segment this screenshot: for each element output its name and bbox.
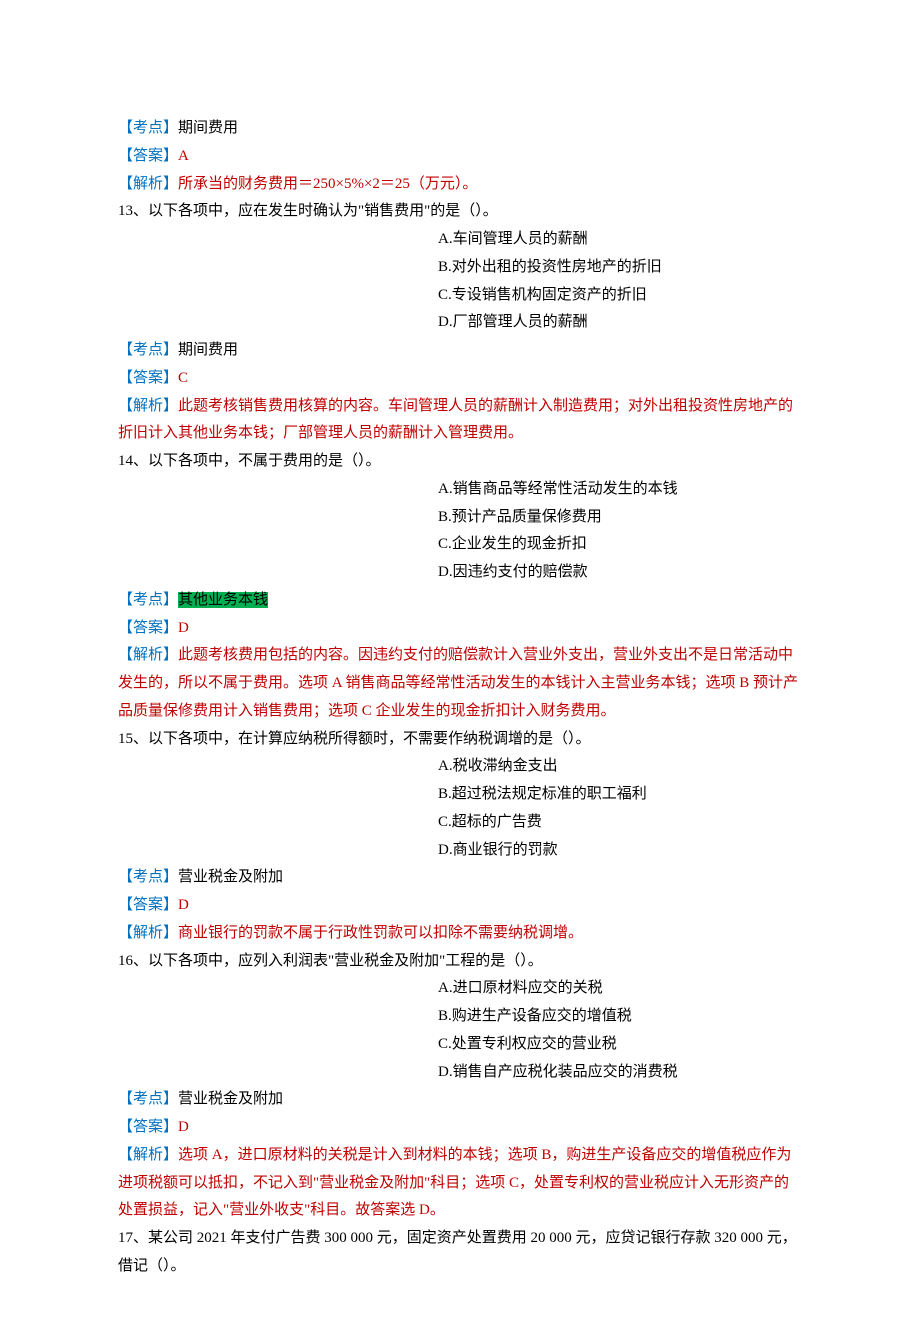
q14-answer: D — [178, 620, 189, 636]
q14-answer-line: 【答案】D — [118, 615, 802, 643]
q15-topic-line: 【考点】营业税金及附加 — [118, 864, 802, 892]
q12-topic: 期间费用 — [178, 120, 238, 136]
q15-opt-a: A.税收滞纳金支出 — [438, 753, 802, 781]
q16-opt-b: B.购进生产设备应交的增值税 — [438, 1003, 802, 1031]
q13-explain: 此题考核销售费用核算的内容。车间管理人员的薪酬计入制造费用；对外出租投资性房地产… — [118, 398, 793, 442]
q16-stem: 16、以下各项中，应列入利润表"营业税金及附加"工程的是（）。 — [118, 948, 802, 976]
da-label: 【答案】 — [118, 897, 178, 913]
q16-topic: 营业税金及附加 — [178, 1091, 283, 1107]
q13-stem: 13、以下各项中，应在发生时确认为"销售费用"的是（）。 — [118, 198, 802, 226]
jx-label: 【解析】 — [118, 176, 178, 192]
kd-label: 【考点】 — [118, 1091, 178, 1107]
jx-label: 【解析】 — [118, 1147, 178, 1163]
q15-opt-b: B.超过税法规定标准的职工福利 — [438, 781, 802, 809]
q12-explain: 所承当的财务费用＝250×5%×2＝25（万元）。 — [178, 176, 477, 192]
q13-explain-line: 【解析】此题考核销售费用核算的内容。车间管理人员的薪酬计入制造费用；对外出租投资… — [118, 393, 802, 449]
q14-topic-line: 【考点】其他业务本钱 — [118, 587, 802, 615]
kd-label: 【考点】 — [118, 342, 178, 358]
q14-explain-line: 【解析】此题考核费用包括的内容。因违约支付的赔偿款计入营业外支出，营业外支出不是… — [118, 642, 802, 725]
q14-stem: 14、以下各项中，不属于费用的是（）。 — [118, 448, 802, 476]
q14-options: A.销售商品等经常性活动发生的本钱 B.预计产品质量保修费用 C.企业发生的现金… — [438, 476, 802, 587]
q15-opt-c: C.超标的广告费 — [438, 809, 802, 837]
q16-opt-c: C.处置专利权应交的营业税 — [438, 1031, 802, 1059]
da-label: 【答案】 — [118, 370, 178, 386]
jx-label: 【解析】 — [118, 647, 178, 663]
q14-opt-c: C.企业发生的现金折扣 — [438, 531, 802, 559]
q15-stem: 15、以下各项中，在计算应纳税所得额时，不需要作纳税调增的是（）。 — [118, 726, 802, 754]
q15-options: A.税收滞纳金支出 B.超过税法规定标准的职工福利 C.超标的广告费 D.商业银… — [438, 753, 802, 864]
q14-opt-d: D.因违约支付的赔偿款 — [438, 559, 802, 587]
q15-opt-d: D.商业银行的罚款 — [438, 837, 802, 865]
q14-topic: 其他业务本钱 — [178, 592, 268, 608]
q16-answer-line: 【答案】D — [118, 1114, 802, 1142]
kd-label: 【考点】 — [118, 592, 178, 608]
da-label: 【答案】 — [118, 148, 178, 164]
q12-answer: A — [178, 148, 189, 164]
q15-explain: 商业银行的罚款不属于行政性罚款可以扣除不需要纳税调增。 — [178, 925, 583, 941]
q15-answer: D — [178, 897, 189, 913]
q13-opt-c: C.专设销售机构固定资产的折旧 — [438, 282, 802, 310]
q13-topic: 期间费用 — [178, 342, 238, 358]
q12-topic-line: 【考点】期间费用 — [118, 115, 802, 143]
q13-answer: C — [178, 370, 188, 386]
q16-opt-d: D.销售自产应税化装品应交的消费税 — [438, 1059, 802, 1087]
q16-answer: D — [178, 1119, 189, 1135]
q16-explain: 选项 A，进口原材料的关税是计入到材料的本钱；选项 B，购进生产设备应交的增值税… — [118, 1147, 791, 1219]
q15-topic: 营业税金及附加 — [178, 869, 283, 885]
q16-explain-line: 【解析】选项 A，进口原材料的关税是计入到材料的本钱；选项 B，购进生产设备应交… — [118, 1142, 802, 1225]
q13-options: A.车间管理人员的薪酬 B.对外出租的投资性房地产的折旧 C.专设销售机构固定资… — [438, 226, 802, 337]
q13-topic-line: 【考点】期间费用 — [118, 337, 802, 365]
q16-topic-line: 【考点】营业税金及附加 — [118, 1086, 802, 1114]
da-label: 【答案】 — [118, 1119, 178, 1135]
da-label: 【答案】 — [118, 620, 178, 636]
q17-stem: 17、某公司 2021 年支付广告费 300 000 元，固定资产处置费用 20… — [118, 1225, 802, 1281]
q16-options: A.进口原材料应交的关税 B.购进生产设备应交的增值税 C.处置专利权应交的营业… — [438, 975, 802, 1086]
q13-opt-b: B.对外出租的投资性房地产的折旧 — [438, 254, 802, 282]
jx-label: 【解析】 — [118, 398, 178, 414]
q15-explain-line: 【解析】商业银行的罚款不属于行政性罚款可以扣除不需要纳税调增。 — [118, 920, 802, 948]
q14-opt-a: A.销售商品等经常性活动发生的本钱 — [438, 476, 802, 504]
q12-explain-line: 【解析】所承当的财务费用＝250×5%×2＝25（万元）。 — [118, 171, 802, 199]
page: 【考点】期间费用 【答案】A 【解析】所承当的财务费用＝250×5%×2＝25（… — [0, 0, 920, 1341]
q14-explain: 此题考核费用包括的内容。因违约支付的赔偿款计入营业外支出，营业外支出不是日常活动… — [118, 647, 798, 719]
q13-opt-d: D.厂部管理人员的薪酬 — [438, 309, 802, 337]
q16-opt-a: A.进口原材料应交的关税 — [438, 975, 802, 1003]
jx-label: 【解析】 — [118, 925, 178, 941]
q12-answer-line: 【答案】A — [118, 143, 802, 171]
q15-answer-line: 【答案】D — [118, 892, 802, 920]
kd-label: 【考点】 — [118, 869, 178, 885]
q14-opt-b: B.预计产品质量保修费用 — [438, 504, 802, 532]
q13-opt-a: A.车间管理人员的薪酬 — [438, 226, 802, 254]
q13-answer-line: 【答案】C — [118, 365, 802, 393]
kd-label: 【考点】 — [118, 120, 178, 136]
